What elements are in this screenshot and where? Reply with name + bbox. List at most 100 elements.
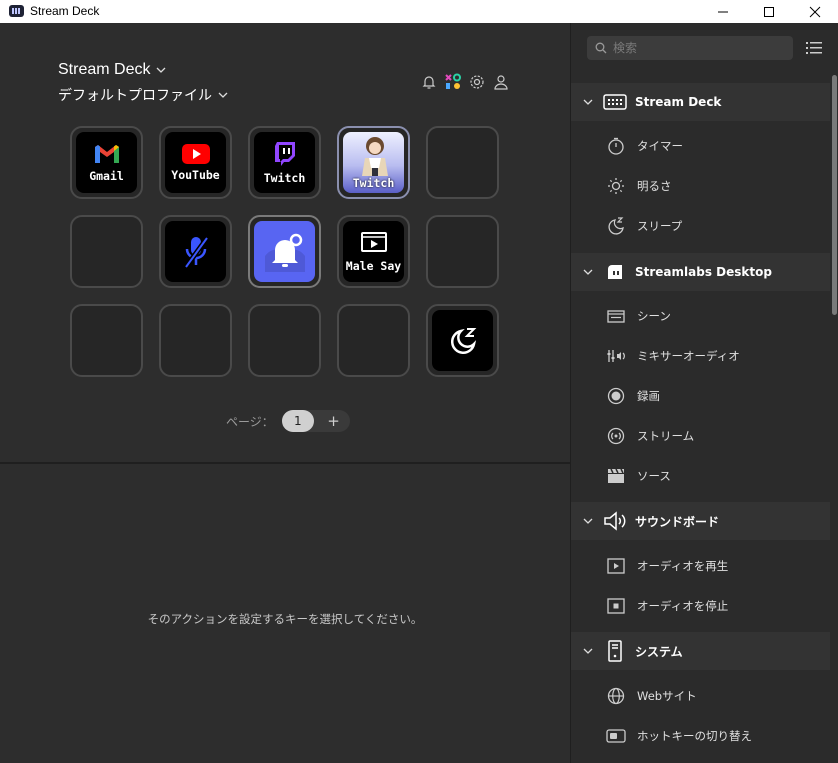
key-label: YouTube (171, 167, 220, 182)
stream-deck-app-icon (9, 5, 24, 17)
key-label: Twitch (263, 170, 306, 185)
list-view-icon[interactable] (805, 40, 823, 56)
play-audio-icon (606, 556, 626, 576)
property-inspector-hint: そのアクションを設定するキーを選択してください。 (147, 612, 423, 626)
key-discord-notify[interactable] (248, 215, 321, 288)
device-selector[interactable]: Stream Deck (58, 61, 166, 79)
action-sleep[interactable]: スリープ (571, 206, 830, 246)
page-number-button[interactable]: 1 (281, 410, 314, 432)
action-source[interactable]: ソース (571, 456, 830, 496)
action-play-audio[interactable]: オーディオを再生 (571, 546, 830, 586)
page-label: ページ： (226, 414, 274, 429)
action-label: 録画 (637, 389, 660, 403)
mixer-icon (606, 346, 626, 366)
sidebar-scrollbar-thumb[interactable] (832, 75, 837, 315)
mic-muted-icon (183, 236, 209, 268)
key-mic-mute[interactable] (159, 215, 232, 288)
category-system[interactable]: システム (571, 632, 830, 670)
category-streamlabs-desktop[interactable]: Streamlabs Desktop (571, 253, 830, 291)
account-icon[interactable] (492, 73, 510, 91)
action-label: ソース (637, 469, 671, 483)
action-label: ストリーム (637, 429, 695, 443)
chevron-down-icon (583, 518, 593, 524)
chevron-down-icon (583, 648, 593, 654)
sun-icon (606, 176, 626, 196)
key-gmail[interactable]: Gmail (70, 126, 143, 199)
chevron-down-icon (157, 67, 166, 73)
add-page-button[interactable]: + (327, 412, 340, 430)
profile-name-label: デフォルトプロファイル (58, 88, 212, 104)
marketplace-icon[interactable] (444, 73, 462, 91)
category-stream-deck[interactable]: Stream Deck (571, 83, 830, 121)
key-label: Male Say (345, 258, 402, 273)
broadcast-icon (606, 426, 626, 446)
twitch-icon (274, 141, 295, 166)
pc-tower-icon (603, 640, 627, 662)
window-title: Stream Deck (30, 4, 100, 18)
action-brightness[interactable]: 明るさ (571, 166, 830, 206)
bell-icon[interactable] (420, 73, 438, 91)
key-empty[interactable] (337, 304, 410, 377)
profile-selector[interactable]: デフォルトプロファイル (58, 85, 228, 105)
action-stop-audio[interactable]: オーディオを停止 (571, 586, 830, 626)
chevron-down-icon (583, 99, 593, 105)
sleep-moon-icon (450, 327, 476, 354)
key-grid: Gmail YouTube Twitch Twitch Male Say (70, 126, 499, 377)
speaker-icon (603, 511, 627, 531)
device-area: Stream Deck デフォルトプロファイル Gmail YouTube Tw… (0, 23, 570, 464)
category-label: システム (635, 644, 683, 659)
close-button[interactable] (792, 0, 838, 23)
stop-audio-icon (606, 596, 626, 616)
scene-icon (606, 306, 626, 326)
chevron-down-icon (583, 269, 593, 275)
discord-bell-icon (264, 233, 305, 272)
action-website[interactable]: Webサイト (571, 676, 830, 716)
actions-sidebar: Stream Deck タイマー 明るさ スリープ Streamlabs Des… (570, 23, 838, 763)
sleep-moon-icon (606, 216, 626, 236)
key-twitch-avatar[interactable]: Twitch (337, 126, 410, 199)
action-label: タイマー (637, 139, 683, 153)
clapperboard-icon (606, 466, 626, 486)
category-label: Streamlabs Desktop (635, 265, 772, 279)
key-twitch[interactable]: Twitch (248, 126, 321, 199)
action-mixer-audio[interactable]: ミキサーオーディオ (571, 336, 830, 376)
action-hotkey-switch[interactable]: ホットキーの切り替え (571, 716, 830, 756)
youtube-icon (181, 143, 210, 164)
globe-icon (606, 686, 626, 706)
search-input[interactable] (613, 41, 783, 55)
key-empty[interactable] (159, 304, 232, 377)
key-label: Twitch (352, 176, 395, 190)
search-box (587, 36, 793, 60)
key-label: Gmail (89, 168, 124, 183)
maximize-button[interactable] (746, 0, 792, 23)
title-bar: Stream Deck (0, 0, 838, 23)
key-male-say[interactable]: Male Say (337, 215, 410, 288)
action-scene[interactable]: シーン (571, 296, 830, 336)
gear-icon[interactable] (468, 73, 486, 91)
canvas-panel: Stream Deck デフォルトプロファイル Gmail YouTube Tw… (0, 23, 570, 763)
category-label: サウンドボード (635, 514, 720, 529)
key-empty[interactable] (70, 215, 143, 288)
record-icon (606, 386, 626, 406)
streamlabs-icon (603, 262, 627, 282)
key-empty[interactable] (426, 215, 499, 288)
category-label: Stream Deck (635, 95, 722, 109)
minimize-button[interactable] (700, 0, 746, 23)
key-youtube[interactable]: YouTube (159, 126, 232, 199)
stopwatch-icon (606, 136, 626, 156)
key-empty[interactable] (426, 126, 499, 199)
chevron-down-icon (218, 92, 228, 98)
action-label: シーン (637, 309, 671, 323)
action-timer[interactable]: タイマー (571, 126, 830, 166)
action-label: Webサイト (637, 689, 697, 703)
category-soundboard[interactable]: サウンドボード (571, 502, 830, 540)
key-sleep[interactable] (426, 304, 499, 377)
key-empty[interactable] (248, 304, 321, 377)
key-empty[interactable] (70, 304, 143, 377)
toggle-icon (606, 726, 626, 746)
action-label: オーディオを再生 (637, 559, 729, 573)
page-navigator: ページ： 1 + (226, 410, 350, 432)
character-avatar-icon (362, 137, 388, 176)
action-stream[interactable]: ストリーム (571, 416, 830, 456)
action-record[interactable]: 録画 (571, 376, 830, 416)
